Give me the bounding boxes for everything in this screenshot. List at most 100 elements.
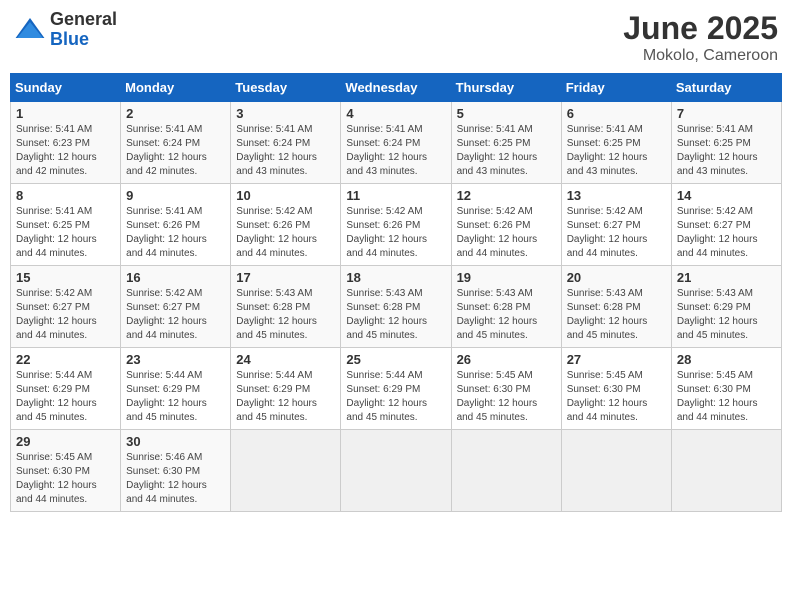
day-info: Sunrise: 5:42 AMSunset: 6:27 PMDaylight:… <box>16 287 115 343</box>
logo-general-text: General <box>50 10 117 30</box>
calendar-day-cell: 1 Sunrise: 5:41 AMSunset: 6:23 PMDaylight… <box>11 102 121 184</box>
day-info: Sunrise: 5:41 AMSunset: 6:25 PMDaylight:… <box>677 123 776 179</box>
calendar-week-row: 1 Sunrise: 5:41 AMSunset: 6:23 PMDaylight… <box>11 102 782 184</box>
day-number: 9 <box>126 188 225 203</box>
day-number: 1 <box>16 106 115 121</box>
day-of-week-header: Monday <box>121 74 231 102</box>
calendar-day-cell <box>671 430 781 512</box>
header: General Blue June 2025 Mokolo, Cameroon <box>10 10 782 65</box>
day-number: 28 <box>677 352 776 367</box>
day-number: 27 <box>567 352 666 367</box>
logo-text: General Blue <box>50 10 117 50</box>
calendar-day-cell <box>231 430 341 512</box>
day-number: 22 <box>16 352 115 367</box>
day-info: Sunrise: 5:45 AMSunset: 6:30 PMDaylight:… <box>567 369 666 425</box>
calendar-day-cell: 4 Sunrise: 5:41 AMSunset: 6:24 PMDaylight… <box>341 102 451 184</box>
calendar-day-cell <box>451 430 561 512</box>
day-number: 10 <box>236 188 335 203</box>
calendar-day-cell: 6Sunrise: 5:41 AMSunset: 6:25 PMDaylight… <box>561 102 671 184</box>
day-info: Sunrise: 5:44 AMSunset: 6:29 PMDaylight:… <box>236 369 335 425</box>
calendar-day-cell: 23 Sunrise: 5:44 AMSunset: 6:29 PMDayligh… <box>121 348 231 430</box>
calendar-day-cell: 13 Sunrise: 5:42 AMSunset: 6:27 PMDayligh… <box>561 184 671 266</box>
calendar-day-cell: 12Sunrise: 5:42 AMSunset: 6:26 PMDayligh… <box>451 184 561 266</box>
day-of-week-header: Wednesday <box>341 74 451 102</box>
day-info: Sunrise: 5:42 AMSunset: 6:26 PMDaylight:… <box>236 205 335 261</box>
day-number: 5 <box>457 106 556 121</box>
calendar-day-cell: 21 Sunrise: 5:43 AMSunset: 6:29 PMDayligh… <box>671 266 781 348</box>
day-number: 17 <box>236 270 335 285</box>
calendar-day-cell <box>341 430 451 512</box>
day-number: 18 <box>346 270 445 285</box>
logo-blue-text: Blue <box>50 30 117 50</box>
day-info: Sunrise: 5:41 AMSunset: 6:24 PMDaylight:… <box>126 123 225 179</box>
calendar-day-cell: 18 Sunrise: 5:43 AMSunset: 6:28 PMDayligh… <box>341 266 451 348</box>
day-number: 4 <box>346 106 445 121</box>
day-info: Sunrise: 5:43 AMSunset: 6:29 PMDaylight:… <box>677 287 776 343</box>
calendar-day-cell: 7 Sunrise: 5:41 AMSunset: 6:25 PMDaylight… <box>671 102 781 184</box>
day-number: 14 <box>677 188 776 203</box>
day-of-week-header: Friday <box>561 74 671 102</box>
calendar-day-cell: 26 Sunrise: 5:45 AMSunset: 6:30 PMDayligh… <box>451 348 561 430</box>
day-number: 15 <box>16 270 115 285</box>
day-number: 25 <box>346 352 445 367</box>
day-of-week-header: Sunday <box>11 74 121 102</box>
day-info: Sunrise: 5:42 AMSunset: 6:27 PMDaylight:… <box>126 287 225 343</box>
calendar-day-cell: 11 Sunrise: 5:42 AMSunset: 6:26 PMDayligh… <box>341 184 451 266</box>
day-of-week-header: Saturday <box>671 74 781 102</box>
day-info: Sunrise: 5:41 AMSunset: 6:24 PMDaylight:… <box>346 123 445 179</box>
day-info: Sunrise: 5:43 AMSunset: 6:28 PMDaylight:… <box>236 287 335 343</box>
day-info: Sunrise: 5:42 AMSunset: 6:27 PMDaylight:… <box>567 205 666 261</box>
day-info: Sunrise: 5:42 AMSunset: 6:26 PMDaylight:… <box>457 205 556 261</box>
day-info: Sunrise: 5:42 AMSunset: 6:27 PMDaylight:… <box>677 205 776 261</box>
calendar-day-cell: 29Sunrise: 5:45 AMSunset: 6:30 PMDayligh… <box>11 430 121 512</box>
location-subtitle: Mokolo, Cameroon <box>623 47 778 65</box>
day-info: Sunrise: 5:45 AMSunset: 6:30 PMDaylight:… <box>457 369 556 425</box>
calendar-week-row: 15 Sunrise: 5:42 AMSunset: 6:27 PMDayligh… <box>11 266 782 348</box>
day-number: 20 <box>567 270 666 285</box>
day-info: Sunrise: 5:44 AMSunset: 6:29 PMDaylight:… <box>16 369 115 425</box>
calendar-day-cell: 15 Sunrise: 5:42 AMSunset: 6:27 PMDayligh… <box>11 266 121 348</box>
calendar-day-cell: 20 Sunrise: 5:43 AMSunset: 6:28 PMDayligh… <box>561 266 671 348</box>
day-number: 11 <box>346 188 445 203</box>
day-number: 13 <box>567 188 666 203</box>
calendar-day-cell: 2 Sunrise: 5:41 AMSunset: 6:24 PMDaylight… <box>121 102 231 184</box>
calendar-day-cell: 19Sunrise: 5:43 AMSunset: 6:28 PMDayligh… <box>451 266 561 348</box>
day-info: Sunrise: 5:45 AMSunset: 6:30 PMDaylight:… <box>16 451 115 507</box>
day-number: 21 <box>677 270 776 285</box>
day-info: Sunrise: 5:41 AMSunset: 6:25 PMDaylight:… <box>16 205 115 261</box>
day-number: 2 <box>126 106 225 121</box>
day-number: 6 <box>567 106 666 121</box>
day-info: Sunrise: 5:43 AMSunset: 6:28 PMDaylight:… <box>346 287 445 343</box>
logo-icon <box>14 14 46 46</box>
calendar-day-cell: 8 Sunrise: 5:41 AMSunset: 6:25 PMDaylight… <box>11 184 121 266</box>
calendar-day-cell: 5 Sunrise: 5:41 AMSunset: 6:25 PMDaylight… <box>451 102 561 184</box>
calendar-week-row: 8 Sunrise: 5:41 AMSunset: 6:25 PMDaylight… <box>11 184 782 266</box>
day-info: Sunrise: 5:41 AMSunset: 6:23 PMDaylight:… <box>16 123 115 179</box>
day-info: Sunrise: 5:42 AMSunset: 6:26 PMDaylight:… <box>346 205 445 261</box>
day-number: 23 <box>126 352 225 367</box>
calendar-day-cell: 3Sunrise: 5:41 AMSunset: 6:24 PMDaylight… <box>231 102 341 184</box>
calendar-day-cell: 28Sunrise: 5:45 AMSunset: 6:30 PMDayligh… <box>671 348 781 430</box>
day-info: Sunrise: 5:41 AMSunset: 6:25 PMDaylight:… <box>457 123 556 179</box>
day-info: Sunrise: 5:43 AMSunset: 6:28 PMDaylight:… <box>457 287 556 343</box>
day-of-week-header: Tuesday <box>231 74 341 102</box>
day-number: 26 <box>457 352 556 367</box>
day-number: 8 <box>16 188 115 203</box>
calendar-day-cell: 30 Sunrise: 5:46 AMSunset: 6:30 PMDayligh… <box>121 430 231 512</box>
calendar-day-cell: 22 Sunrise: 5:44 AMSunset: 6:29 PMDayligh… <box>11 348 121 430</box>
day-number: 30 <box>126 434 225 449</box>
day-number: 24 <box>236 352 335 367</box>
logo: General Blue <box>14 10 117 50</box>
title-area: June 2025 Mokolo, Cameroon <box>623 10 778 65</box>
day-info: Sunrise: 5:46 AMSunset: 6:30 PMDaylight:… <box>126 451 225 507</box>
day-number: 16 <box>126 270 225 285</box>
day-number: 7 <box>677 106 776 121</box>
day-number: 3 <box>236 106 335 121</box>
calendar-day-cell: 16 Sunrise: 5:42 AMSunset: 6:27 PMDayligh… <box>121 266 231 348</box>
day-info: Sunrise: 5:43 AMSunset: 6:28 PMDaylight:… <box>567 287 666 343</box>
calendar-week-row: 29Sunrise: 5:45 AMSunset: 6:30 PMDayligh… <box>11 430 782 512</box>
calendar-header-row: SundayMondayTuesdayWednesdayThursdayFrid… <box>11 74 782 102</box>
day-info: Sunrise: 5:44 AMSunset: 6:29 PMDaylight:… <box>126 369 225 425</box>
calendar-day-cell: 24 Sunrise: 5:44 AMSunset: 6:29 PMDayligh… <box>231 348 341 430</box>
day-of-week-header: Thursday <box>451 74 561 102</box>
